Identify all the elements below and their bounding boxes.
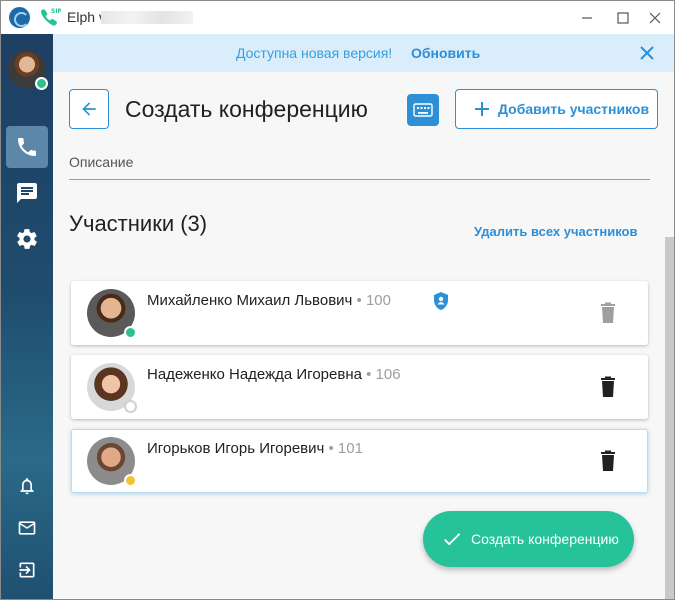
participant-card[interactable]: Игорьков Игорь Игоревич • 101 — [71, 429, 648, 493]
add-participants-button[interactable]: Добавить участников — [455, 89, 658, 129]
participant-extension: • 100 — [352, 292, 391, 309]
mail-icon — [18, 521, 36, 535]
description-label: Описание — [69, 154, 134, 170]
online-status-icon — [35, 77, 48, 90]
window-close-button[interactable] — [644, 7, 666, 29]
update-link[interactable]: Обновить — [411, 45, 480, 61]
participant-card[interactable]: Михайленко Михаил Львович • 100 — [71, 281, 648, 345]
nav-chats[interactable] — [6, 172, 48, 214]
plus-icon — [475, 102, 489, 116]
trash-icon[interactable] — [598, 302, 618, 324]
chat-icon — [17, 183, 37, 203]
app-logo-icon — [9, 7, 30, 28]
update-message: Доступна новая версия! — [236, 45, 393, 61]
online-status-icon — [124, 326, 137, 339]
main-content: Создать конференцию Добавить участников … — [53, 72, 674, 599]
participant-avatar — [87, 363, 137, 413]
notifications-button[interactable] — [15, 474, 39, 498]
participant-name: Михайленко Михаил Львович • 100 — [147, 292, 391, 309]
participant-card[interactable]: Надеженко Надежда Игоревна • 106 — [71, 355, 648, 419]
logout-button[interactable] — [15, 558, 39, 582]
mail-button[interactable] — [15, 516, 39, 540]
description-field[interactable]: Описание — [69, 154, 650, 180]
title-bar: SIP Elph v — [1, 1, 674, 34]
participant-avatar — [87, 437, 137, 487]
shield-admin-icon — [434, 292, 448, 310]
participants-title: Участники (3) — [69, 211, 208, 236]
update-banner: Доступна новая версия! Обновить — [53, 34, 674, 72]
close-icon — [649, 12, 661, 24]
away-clock-status-icon — [124, 474, 137, 487]
offline-status-icon — [124, 400, 137, 413]
keyboard-icon — [413, 103, 433, 117]
sidebar — [1, 34, 53, 599]
trash-icon[interactable] — [598, 376, 618, 398]
my-avatar[interactable] — [8, 50, 48, 90]
create-conference-button[interactable]: Создать конференцию — [423, 511, 634, 567]
participant-name: Игорьков Игорь Игоревич • 101 — [147, 440, 363, 457]
minimize-icon — [582, 17, 592, 19]
sip-phone-icon: SIP — [41, 8, 61, 26]
remove-all-participants-link[interactable]: Удалить всех участников — [474, 224, 637, 239]
page-title: Создать конференцию — [125, 96, 368, 122]
back-button[interactable] — [69, 89, 109, 129]
maximize-icon — [617, 12, 629, 24]
nav-settings[interactable] — [6, 218, 48, 260]
bell-icon — [20, 478, 34, 495]
minimize-button[interactable] — [576, 7, 598, 29]
check-icon — [444, 533, 461, 546]
keyboard-button[interactable] — [407, 94, 439, 126]
gear-icon — [17, 229, 37, 249]
participant-avatar — [87, 289, 137, 339]
svg-text:SIP: SIP — [51, 8, 61, 15]
participant-extension: • 106 — [361, 366, 401, 383]
maximize-button[interactable] — [612, 7, 634, 29]
create-conference-label: Создать конференцию — [471, 531, 619, 547]
scrollbar[interactable] — [665, 237, 674, 599]
logout-icon — [19, 562, 35, 578]
arrow-left-icon — [82, 102, 96, 116]
trash-icon[interactable] — [598, 450, 618, 472]
close-icon[interactable] — [637, 43, 657, 63]
participant-extension: • 101 — [324, 440, 363, 457]
app-version-blurred — [101, 11, 193, 24]
nav-calls[interactable] — [6, 126, 48, 168]
add-participants-label: Добавить участников — [498, 101, 650, 117]
participant-name: Надеженко Надежда Игоревна • 106 — [147, 366, 401, 383]
app-window: SIP Elph v Доступна новая версия! Обнови… — [0, 0, 675, 600]
phone-icon — [18, 138, 36, 156]
